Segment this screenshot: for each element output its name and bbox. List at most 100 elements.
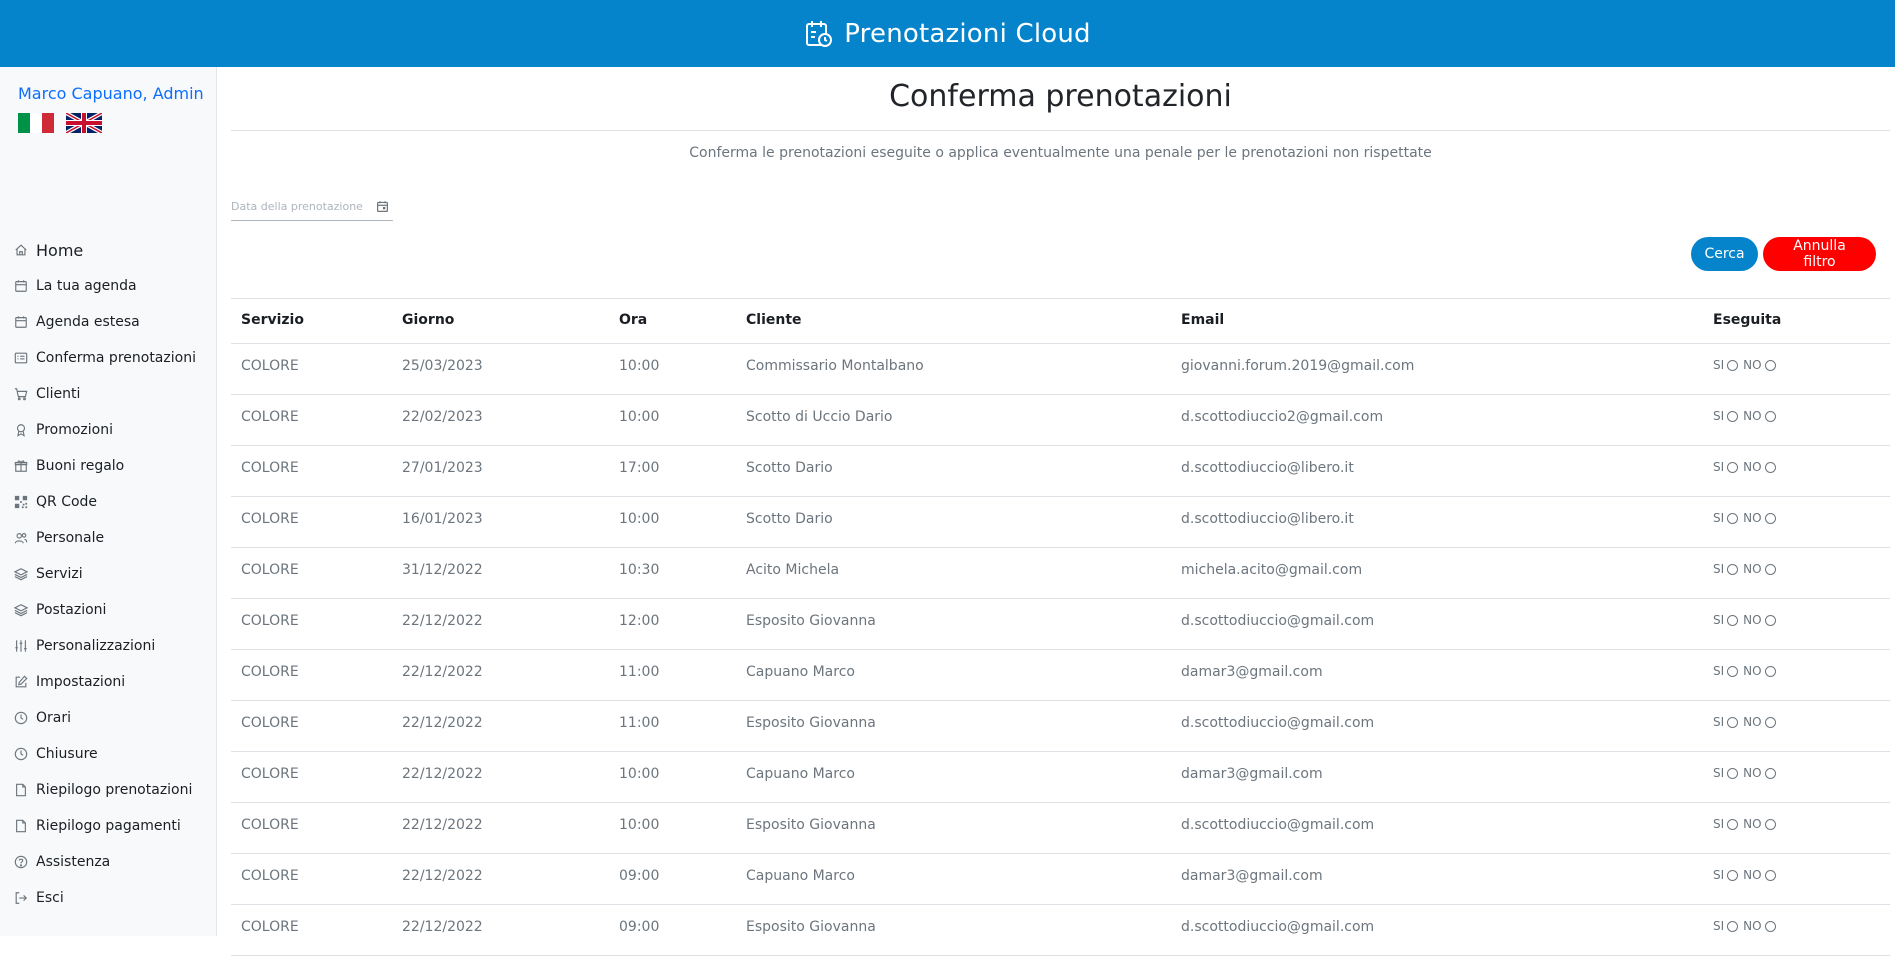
no-radio[interactable] — [1764, 716, 1776, 728]
brand[interactable]: Prenotazioni Cloud — [804, 18, 1091, 49]
yes-radio[interactable] — [1727, 461, 1739, 473]
sidebar-item-promozioni[interactable]: Promozioni — [14, 415, 214, 445]
booking-date-input[interactable] — [231, 200, 371, 213]
yes-radio[interactable] — [1727, 512, 1739, 524]
cell-cliente: Commissario Montalbano — [746, 358, 924, 374]
yes-radio[interactable] — [1727, 818, 1739, 830]
sidebar-item-impostazioni[interactable]: Impostazioni — [14, 667, 214, 697]
column-header-email[interactable]: Email — [1181, 312, 1224, 328]
calendar-icon — [14, 315, 28, 329]
no-radio[interactable] — [1764, 920, 1776, 932]
brand-title: Prenotazioni Cloud — [844, 18, 1091, 49]
sidebar-item-conferma-prenotazioni[interactable]: Conferma prenotazioni — [14, 343, 214, 373]
yes-radio[interactable] — [1727, 920, 1739, 932]
sidebar-item-home[interactable]: Home — [14, 235, 214, 265]
sidebar-item-label: Esci — [36, 890, 64, 906]
cell-email: damar3@gmail.com — [1181, 868, 1323, 884]
sidebar-item-qr-code[interactable]: QR Code — [14, 487, 214, 517]
page-subtitle: Conferma le prenotazioni eseguite o appl… — [689, 145, 1432, 161]
column-header-ora[interactable]: Ora — [619, 312, 647, 328]
sidebar-item-orari[interactable]: Orari — [14, 703, 214, 733]
cell-email: michela.acito@gmail.com — [1181, 562, 1363, 578]
sidebar-item-personalizzazioni[interactable]: Personalizzazioni — [14, 631, 214, 661]
sidebar-item-clienti[interactable]: Clienti — [14, 379, 214, 409]
yes-radio[interactable] — [1727, 665, 1739, 677]
sidebar-item-la-tua-agenda[interactable]: La tua agenda — [14, 271, 214, 301]
sidebar-item-riepilogo-prenotazioni[interactable]: Riepilogo prenotazioni — [14, 775, 214, 805]
cell-eseguita: SI NO — [1713, 409, 1778, 423]
cell-eseguita: SI NO — [1713, 562, 1778, 576]
cell-eseguita: SI NO — [1713, 919, 1778, 933]
sidebar-item-chiusure[interactable]: Chiusure — [14, 739, 214, 769]
cell-email: damar3@gmail.com — [1181, 766, 1323, 782]
calendar-icon[interactable] — [376, 200, 389, 213]
table-row: COLORE 22/12/2022 09:00 Capuano Marco damar3… — [231, 854, 1890, 905]
yes-radio[interactable] — [1727, 359, 1739, 371]
list-check-icon — [14, 351, 28, 365]
user-name[interactable]: Marco Capuano, Admin — [18, 84, 204, 103]
column-header-servizio[interactable]: Servizio — [241, 312, 304, 328]
file-icon — [14, 783, 28, 797]
cell-giorno: 22/02/2023 — [402, 409, 483, 425]
cell-giorno: 25/03/2023 — [402, 358, 483, 374]
sidebar-item-label: Home — [36, 240, 84, 260]
sidebar-item-agenda-estesa[interactable]: Agenda estesa — [14, 307, 214, 337]
yes-radio[interactable] — [1727, 716, 1739, 728]
clear-filter-button[interactable]: Annulla filtro — [1763, 237, 1876, 271]
edit-icon — [14, 675, 28, 689]
cell-ora: 10:00 — [619, 358, 660, 374]
no-label: NO — [1743, 613, 1762, 627]
cell-servizio: COLORE — [241, 358, 299, 374]
table-row: COLORE 22/12/2022 11:00 Esposito Giovanna d.… — [231, 701, 1890, 752]
yes-radio[interactable] — [1727, 614, 1739, 626]
yes-radio[interactable] — [1727, 869, 1739, 881]
no-radio[interactable] — [1764, 410, 1776, 422]
italian-flag[interactable] — [18, 113, 54, 133]
no-radio[interactable] — [1764, 818, 1776, 830]
file-icon — [14, 819, 28, 833]
sidebar-item-label: La tua agenda — [36, 278, 137, 294]
sidebar-item-servizi[interactable]: Servizi — [14, 559, 214, 589]
cell-servizio: COLORE — [241, 766, 299, 782]
yes-radio[interactable] — [1727, 410, 1739, 422]
sidebar-item-label: Buoni regalo — [36, 458, 125, 474]
column-header-giorno[interactable]: Giorno — [402, 312, 454, 328]
qr-code-icon — [14, 495, 28, 509]
cell-cliente: Esposito Giovanna — [746, 919, 876, 935]
no-label: NO — [1743, 766, 1762, 780]
no-label: NO — [1743, 868, 1762, 882]
sidebar-item-esci[interactable]: Esci — [14, 883, 214, 913]
booking-date-filter[interactable] — [231, 193, 393, 221]
no-radio[interactable] — [1764, 461, 1776, 473]
table-row: COLORE 25/03/2023 10:00 Commissario Montalb… — [231, 344, 1890, 395]
cell-eseguita: SI NO — [1713, 817, 1778, 831]
cell-ora: 17:00 — [619, 460, 660, 476]
no-radio[interactable] — [1764, 665, 1776, 677]
yes-radio[interactable] — [1727, 767, 1739, 779]
yes-radio[interactable] — [1727, 563, 1739, 575]
yes-label: SI — [1713, 358, 1725, 372]
table-row: COLORE 27/01/2023 17:00 Scotto Dario d.scott… — [231, 446, 1890, 497]
no-radio[interactable] — [1764, 767, 1776, 779]
sidebar-item-personale[interactable]: Personale — [14, 523, 214, 553]
column-header-cliente[interactable]: Cliente — [746, 312, 802, 328]
sidebar-item-postazioni[interactable]: Postazioni — [14, 595, 214, 625]
cell-cliente: Acito Michela — [746, 562, 840, 578]
sidebar-item-label: Personale — [36, 530, 105, 546]
sidebar-item-riepilogo-pagamenti[interactable]: Riepilogo pagamenti — [14, 811, 214, 841]
clock-icon — [14, 747, 28, 761]
yes-label: SI — [1713, 919, 1725, 933]
column-header-eseguita[interactable]: Eseguita — [1713, 312, 1781, 328]
no-radio[interactable] — [1764, 359, 1776, 371]
sidebar-item-buoni-regalo[interactable]: Buoni regalo — [14, 451, 214, 481]
no-radio[interactable] — [1764, 614, 1776, 626]
sidebar-item-assistenza[interactable]: Assistenza — [14, 847, 214, 877]
search-button[interactable]: Cerca — [1691, 237, 1758, 271]
layers-icon — [14, 567, 28, 581]
no-label: NO — [1743, 919, 1762, 933]
uk-flag[interactable] — [66, 113, 102, 133]
no-radio[interactable] — [1764, 512, 1776, 524]
no-radio[interactable] — [1764, 563, 1776, 575]
no-radio[interactable] — [1764, 869, 1776, 881]
sidebar-item-label: Riepilogo pagamenti — [36, 818, 181, 834]
